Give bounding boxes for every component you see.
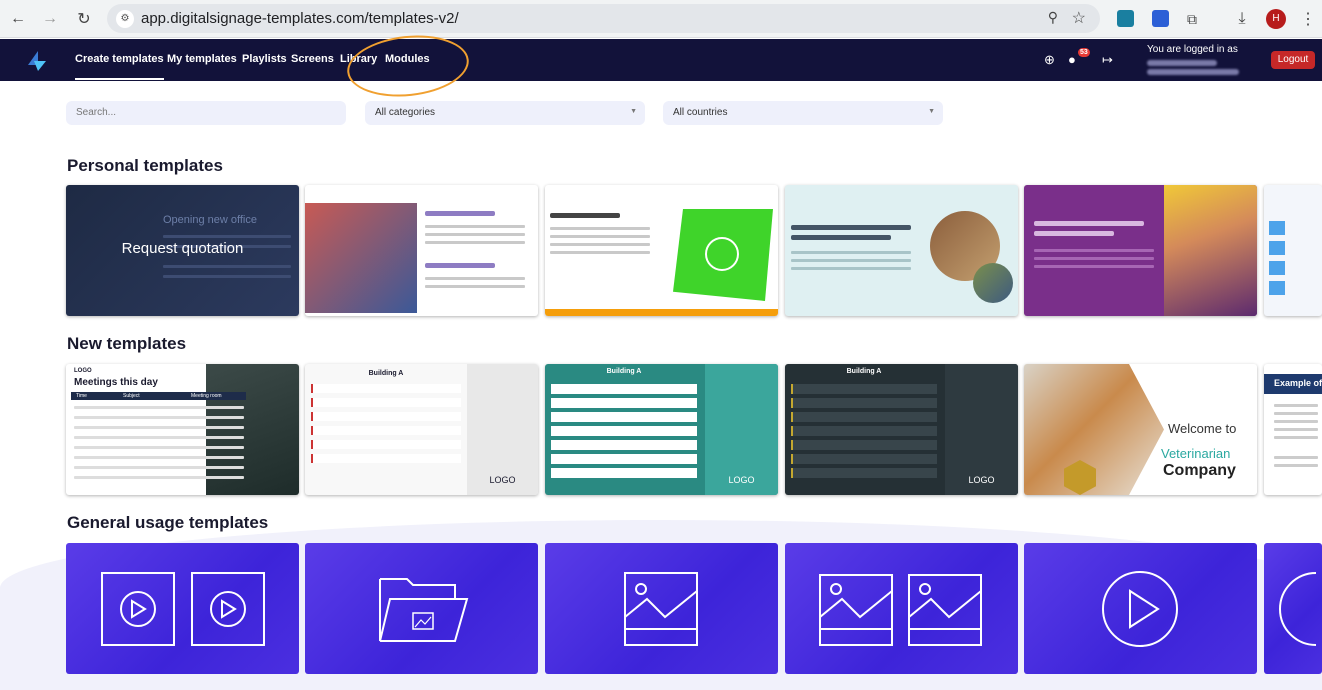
section-title-new: New templates xyxy=(67,334,187,353)
template-card-dual-video[interactable] xyxy=(66,543,299,674)
nav-my-templates[interactable]: My templates xyxy=(167,53,237,65)
extension-icon[interactable] xyxy=(1117,10,1134,27)
email-blurred xyxy=(1147,69,1239,75)
zoom-icon[interactable]: ⚲ xyxy=(1048,9,1058,26)
column-header: Meeting room xyxy=(191,393,222,399)
category-value: All categories xyxy=(375,107,436,118)
column-header: Subject xyxy=(123,393,140,399)
browser-toolbar: ← → ↻ ⚙ app.digitalsignage-templates.com… xyxy=(0,0,1322,38)
template-logo-text: LOGO xyxy=(728,475,755,485)
forward-arrow-icon[interactable]: → xyxy=(38,7,62,31)
request-quotation-overlay[interactable]: Request quotation xyxy=(66,240,299,257)
exit-icon[interactable]: ↦ xyxy=(1102,52,1113,68)
template-card[interactable]: Building A LOGO xyxy=(545,364,778,495)
template-photo xyxy=(973,263,1013,303)
nav-library[interactable]: Library xyxy=(340,53,377,65)
more-menu-icon[interactable]: ⋮ xyxy=(1296,7,1320,31)
country-value: All countries xyxy=(673,107,728,118)
template-card[interactable] xyxy=(305,185,538,316)
arrow-circle-icon xyxy=(705,237,739,271)
top-navigation: Create templates My templates Playlists … xyxy=(0,39,1322,81)
template-card[interactable]: LOGO Meetings this day Time Subject Meet… xyxy=(66,364,299,495)
template-card[interactable] xyxy=(545,185,778,316)
building-title: Building A xyxy=(846,368,882,375)
template-card[interactable]: Opening new office Request quotation xyxy=(66,185,299,316)
template-logo-text: LOGO xyxy=(968,475,995,485)
template-card[interactable]: Welcome to Veterinarian Company xyxy=(1024,364,1257,495)
building-title: Building A xyxy=(368,370,404,377)
partial-circle-icon xyxy=(1279,572,1317,646)
chevron-down-icon: ▼ xyxy=(630,108,637,115)
template-card[interactable]: Example of xyxy=(1264,364,1322,495)
example-title: Example of xyxy=(1274,378,1322,388)
template-photo xyxy=(305,203,417,313)
category-select[interactable]: All categories ▼ xyxy=(365,101,645,125)
dual-play-icon xyxy=(101,572,265,646)
nav-create-templates[interactable]: Create templates xyxy=(75,53,164,80)
extensions-puzzle-icon[interactable]: ⧉ xyxy=(1180,7,1204,31)
reload-icon[interactable]: ↻ xyxy=(72,7,96,31)
template-logo-text: LOGO xyxy=(489,475,516,485)
logout-button[interactable]: Logout xyxy=(1271,51,1315,69)
template-card[interactable] xyxy=(1264,185,1322,316)
notification-badge: 53 xyxy=(1078,48,1090,57)
nav-screens[interactable]: Screens xyxy=(291,53,334,65)
template-heading: Opening new office xyxy=(163,214,257,226)
template-card[interactable]: Building A LOGO xyxy=(305,364,538,495)
search-input[interactable]: Search... xyxy=(66,101,346,125)
site-settings-icon[interactable]: ⚙ xyxy=(116,10,134,28)
app-logo[interactable] xyxy=(24,47,50,73)
globe-icon[interactable]: ⊕ xyxy=(1044,52,1055,68)
vet-welcome-text: Welcome to xyxy=(1168,421,1237,436)
play-icon xyxy=(1102,571,1178,647)
bookmark-star-icon[interactable]: ☆ xyxy=(1072,8,1086,28)
country-select[interactable]: All countries ▼ xyxy=(663,101,943,125)
dual-image-icon xyxy=(819,574,982,646)
column-header: Time xyxy=(76,393,87,399)
template-card[interactable] xyxy=(1024,185,1257,316)
template-card[interactable] xyxy=(785,185,1018,316)
vet-company-text: Company xyxy=(1163,462,1236,479)
template-card-folder[interactable] xyxy=(305,543,538,674)
vet-name-text: Veterinarian xyxy=(1161,446,1231,461)
logged-in-label: You are logged in as xyxy=(1147,44,1238,55)
template-logo-text: LOGO xyxy=(74,368,92,374)
nav-modules[interactable]: Modules xyxy=(385,53,430,65)
back-arrow-icon[interactable]: ← xyxy=(6,7,30,31)
template-photo xyxy=(1164,185,1257,316)
image-icon xyxy=(624,572,698,646)
profile-avatar[interactable]: H xyxy=(1266,9,1286,29)
meetings-title: Meetings this day xyxy=(74,377,158,388)
folder-image-icon xyxy=(379,578,469,642)
building-title: Building A xyxy=(606,368,642,375)
address-bar[interactable]: ⚙ app.digitalsignage-templates.com/templ… xyxy=(107,4,1100,33)
template-card-video[interactable] xyxy=(1024,543,1257,674)
template-card-dual-image[interactable] xyxy=(785,543,1018,674)
extension-grid-icon[interactable] xyxy=(1152,10,1169,27)
section-title-general: General usage templates xyxy=(67,513,269,532)
download-icon[interactable]: ⤓ xyxy=(1230,7,1254,31)
template-card-image[interactable] xyxy=(545,543,778,674)
username-blurred xyxy=(1147,60,1217,66)
nav-playlists[interactable]: Playlists xyxy=(242,53,287,65)
template-card-partial[interactable] xyxy=(1264,543,1322,674)
template-card[interactable]: Building A LOGO xyxy=(785,364,1018,495)
chevron-down-icon: ▼ xyxy=(928,108,935,115)
url-text: app.digitalsignage-templates.com/templat… xyxy=(141,10,459,27)
section-title-personal: Personal templates xyxy=(67,156,223,175)
users-icon[interactable]: ● xyxy=(1068,52,1076,67)
